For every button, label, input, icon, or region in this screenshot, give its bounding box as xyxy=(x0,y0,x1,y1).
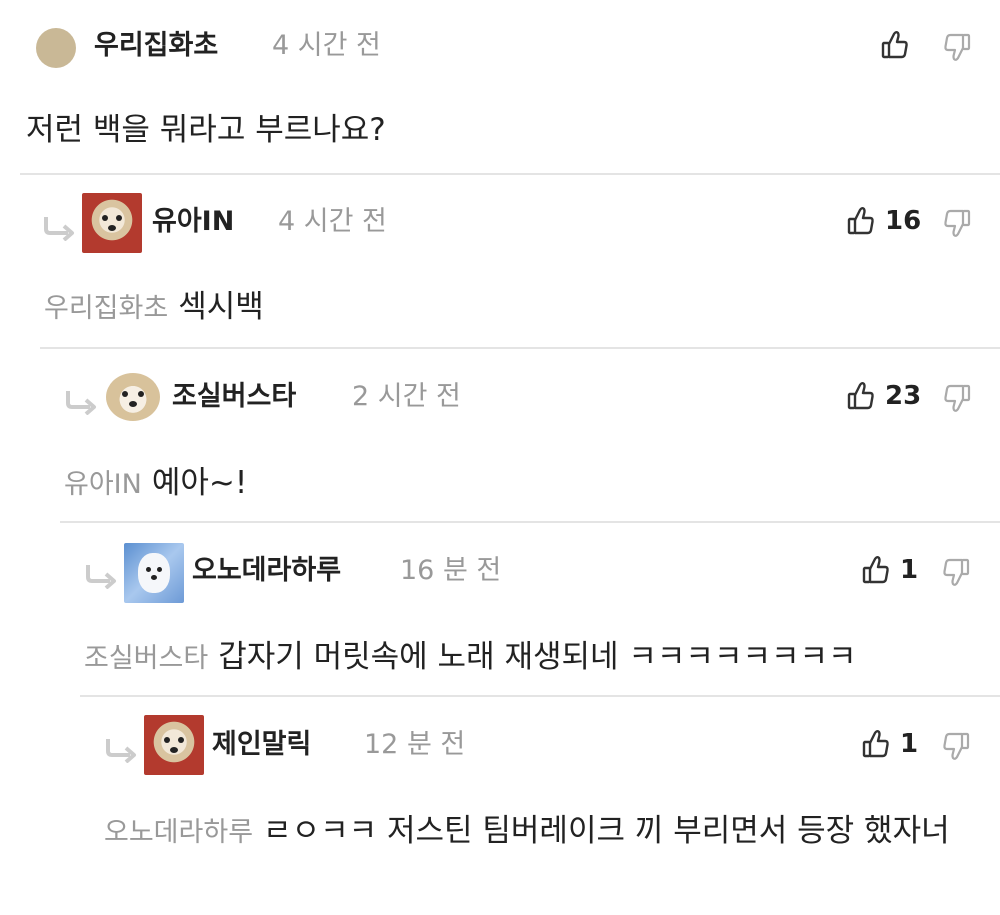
avatar[interactable] xyxy=(82,193,142,253)
mention-author[interactable]: 유아IN xyxy=(64,469,142,500)
comment-body: 우리집화초 섹시백 xyxy=(44,285,264,331)
thumbs-up-icon xyxy=(847,207,874,235)
reply-arrow-icon xyxy=(66,391,96,415)
mention-author[interactable]: 조실버스타 xyxy=(84,643,208,674)
comment-author[interactable]: 조실버스타 xyxy=(172,383,296,410)
avatar[interactable] xyxy=(144,715,204,775)
avatar[interactable] xyxy=(106,373,160,421)
comment-time: 2 시간 전 xyxy=(352,381,461,412)
like-count: 23 xyxy=(885,381,922,411)
comment-text: 섹시백 xyxy=(178,289,264,325)
comment-time: 4 시간 전 xyxy=(278,206,387,237)
comment-text: ㄹㅇㅋㅋ 저스틴 팀버레이크 끼 부리면서 등장 했자너 xyxy=(263,813,950,849)
like-count: 16 xyxy=(885,206,922,236)
comment-reply: 오노데라하루 16 분 전 1 조실버스타 갑자기 머릿속에 노래 재생되네 ㅋㅋ… xyxy=(60,521,1000,697)
comment-reply: 조실버스타 2 시간 전 23 유아IN 예아~! xyxy=(40,347,1000,523)
comment-author[interactable]: 오노데라하루 xyxy=(192,557,341,584)
like-count: 1 xyxy=(900,729,919,759)
like-button[interactable]: 1 xyxy=(862,555,918,585)
like-button[interactable]: 16 xyxy=(847,206,921,236)
comment-text: 저런 백을 뭐라고 부르나요? xyxy=(26,112,386,148)
comment-author[interactable]: 유아IN xyxy=(152,208,234,235)
thumbs-down-icon[interactable] xyxy=(942,731,970,761)
avatar[interactable] xyxy=(36,28,76,68)
like-count: 1 xyxy=(900,555,919,585)
thumbs-down-icon[interactable] xyxy=(942,557,970,587)
comment-author[interactable]: 우리집화초 xyxy=(94,32,218,59)
thumbs-down-icon[interactable] xyxy=(943,208,971,238)
reply-arrow-icon xyxy=(44,217,74,241)
comment: 우리집화초 4 시간 전 저런 백을 뭐라고 부르나요? xyxy=(0,0,1000,175)
thumbs-up-icon xyxy=(881,31,908,59)
thumbs-up-icon xyxy=(862,556,889,584)
thumbs-down-icon[interactable] xyxy=(943,32,971,62)
comment-text: 예아~! xyxy=(151,465,248,501)
thumbs-down-icon[interactable] xyxy=(943,383,971,413)
avatar[interactable] xyxy=(124,543,184,603)
thumbs-up-icon xyxy=(862,730,889,758)
mention-author[interactable]: 오노데라하루 xyxy=(104,817,253,848)
comment-body: 오노데라하루 ㄹㅇㅋㅋ 저스틴 팀버레이크 끼 부리면서 등장 했자너 xyxy=(104,809,974,855)
comment-author[interactable]: 제인말릭 xyxy=(212,731,311,758)
like-button[interactable]: 1 xyxy=(862,729,918,759)
comment-time: 12 분 전 xyxy=(364,729,466,760)
comment-body: 조실버스타 갑자기 머릿속에 노래 재생되네 ㅋㅋㅋㅋㅋㅋㅋㅋ xyxy=(84,635,857,681)
comment-body: 유아IN 예아~! xyxy=(64,461,247,507)
comment-text: 갑자기 머릿속에 노래 재생되네 ㅋㅋㅋㅋㅋㅋㅋㅋ xyxy=(218,639,857,675)
comment-time: 16 분 전 xyxy=(400,555,502,586)
like-button[interactable] xyxy=(881,30,919,60)
like-button[interactable]: 23 xyxy=(847,381,921,411)
comment-time: 4 시간 전 xyxy=(272,30,381,61)
reply-arrow-icon xyxy=(86,565,116,589)
thumbs-up-icon xyxy=(847,382,874,410)
comment-reply: 유아IN 4 시간 전 16 우리집화초 섹시백 xyxy=(20,173,1000,351)
reply-arrow-icon xyxy=(106,739,136,763)
mention-author[interactable]: 우리집화초 xyxy=(44,293,168,324)
comment-reply: 제인말릭 12 분 전 1 오노데라하루 ㄹㅇㅋㅋ 저스틴 팀버레이크 끼 부리면… xyxy=(80,695,1000,915)
